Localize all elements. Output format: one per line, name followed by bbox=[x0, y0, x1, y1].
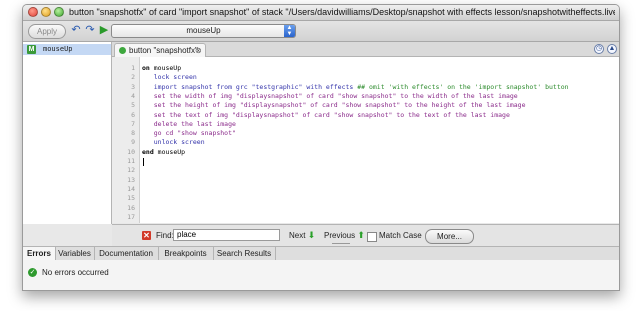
sidebar-item-mouseup[interactable]: M mouseUp bbox=[23, 44, 111, 55]
sidebar-item-label: mouseUp bbox=[43, 45, 73, 53]
tab-search-results[interactable]: Search Results bbox=[213, 247, 276, 260]
code-token: go cd "show snapshot" bbox=[142, 129, 236, 138]
minimize-window-button[interactable] bbox=[41, 7, 51, 17]
code-token: set the height of img "displaysnapshot" … bbox=[142, 101, 526, 110]
line-number: 7 bbox=[131, 119, 135, 128]
dropdown-arrows-icon: ▲ ▼ bbox=[284, 25, 295, 37]
handler-list: M mouseUp bbox=[23, 42, 112, 224]
close-window-button[interactable] bbox=[28, 7, 38, 17]
tab-documentation[interactable]: Documentation bbox=[94, 247, 159, 260]
line-number: 14 bbox=[127, 184, 135, 193]
arrow-up-icon: ⬆ bbox=[357, 230, 365, 240]
more-button[interactable]: More... bbox=[425, 229, 474, 244]
toolbar: Apply ↶ ↷ ▶ mouseUp ▲ ▼ bbox=[23, 21, 619, 42]
code-line: go cd "show snapshot" bbox=[142, 129, 612, 138]
line-number: 3 bbox=[131, 82, 135, 91]
arrow-down-icon: ⬇ bbox=[307, 230, 316, 240]
line-number: 9 bbox=[131, 138, 135, 147]
tab-variables[interactable]: Variables bbox=[55, 247, 95, 260]
code-line: lock screen bbox=[142, 73, 612, 82]
find-label: Find: bbox=[156, 231, 174, 240]
handler-icon: M bbox=[27, 45, 36, 54]
line-number-gutter: 1 2 3 4 5 6 7 8 9 10 11 12 13 14 15 16 17 bbox=[112, 57, 140, 223]
redo-icon[interactable]: ↷ bbox=[84, 24, 96, 37]
bottom-tab-strip: Errors Variables Documentation Breakpoin… bbox=[23, 246, 619, 261]
tab-errors[interactable]: Errors bbox=[23, 247, 56, 260]
line-number: 15 bbox=[127, 194, 135, 203]
code-line: set the width of img "displaysnapshot" o… bbox=[142, 92, 612, 101]
script-status-icon bbox=[119, 47, 126, 54]
checkmark-icon: ✓ bbox=[28, 268, 37, 277]
next-label: Next bbox=[289, 231, 306, 240]
find-bar: ✕ Find: Next ⬇ Previous ⬆ Match Case Mor… bbox=[112, 224, 619, 248]
title-bar[interactable]: button "snapshotfx" of card "import snap… bbox=[23, 5, 619, 21]
code-line: import snapshot from grc "testgraphic" w… bbox=[142, 83, 612, 92]
line-number: 4 bbox=[131, 91, 135, 100]
line-number: 1 bbox=[131, 64, 135, 72]
line-number: 11 bbox=[127, 157, 135, 165]
handler-dropdown[interactable]: mouseUp ▲ ▼ bbox=[111, 24, 296, 38]
collapse-icon[interactable]: ▲ bbox=[607, 44, 617, 54]
run-icon[interactable]: ▶ bbox=[98, 24, 110, 37]
line-number: 17 bbox=[127, 212, 135, 221]
clock-icon[interactable]: ◷ bbox=[594, 44, 604, 54]
next-button[interactable]: Next ⬇ bbox=[289, 230, 315, 241]
code-token: import snapshot from grc "testgraphic" w… bbox=[142, 82, 358, 91]
undo-icon[interactable]: ↶ bbox=[70, 24, 82, 37]
script-tab-strip: button "snapshotfx" ⊗ ◷ ▲ bbox=[112, 42, 619, 57]
find-input[interactable] bbox=[173, 229, 280, 241]
script-editor-window: button "snapshotfx" of card "import snap… bbox=[22, 4, 620, 291]
code-token: mouseUp bbox=[149, 64, 182, 72]
match-case-checkbox[interactable] bbox=[367, 232, 377, 242]
errors-pane: ✓ No errors occurred bbox=[23, 260, 619, 290]
code-editor[interactable]: 1 2 3 4 5 6 7 8 9 10 11 12 13 14 15 16 17 on mouseUp loc… bbox=[112, 57, 619, 223]
code-line: unlock screen bbox=[142, 138, 612, 147]
line-number: 16 bbox=[127, 203, 135, 212]
code-line: end mouseUp bbox=[142, 148, 612, 157]
tab-breakpoints[interactable]: Breakpoints bbox=[158, 247, 214, 260]
handler-dropdown-value: mouseUp bbox=[186, 26, 221, 35]
line-number: 6 bbox=[131, 110, 135, 119]
line-number: 10 bbox=[127, 147, 135, 156]
code-token: set the width of img "displaysnapshot" o… bbox=[142, 91, 518, 100]
code-token: end bbox=[142, 147, 154, 156]
code-token: ## omit 'with effects' on the 'import sn… bbox=[357, 82, 569, 91]
code-line: on mouseUp bbox=[142, 64, 612, 73]
code-line: set the text of img "displaysnapshot" of… bbox=[142, 111, 612, 120]
apply-button[interactable]: Apply bbox=[28, 24, 66, 39]
match-case-label: Match Case bbox=[379, 231, 422, 240]
close-find-icon[interactable]: ✕ bbox=[142, 231, 151, 240]
window-title: button "snapshotfx" of card "import snap… bbox=[69, 7, 615, 17]
code-token: on bbox=[142, 64, 150, 72]
tab-button-snapshotfx[interactable]: button "snapshotfx" ⊗ bbox=[114, 43, 206, 57]
previous-label: Previous bbox=[324, 231, 356, 240]
close-tab-icon[interactable]: ⊗ bbox=[195, 44, 202, 57]
line-number: 2 bbox=[131, 73, 135, 82]
code-token: unlock screen bbox=[142, 138, 205, 147]
code-line: set the height of img "displaysnapshot" … bbox=[142, 101, 612, 110]
code-token: set the text of img "displaysnapshot" of… bbox=[142, 110, 510, 119]
code-line: delete the last image bbox=[142, 120, 612, 129]
zoom-window-button[interactable] bbox=[54, 7, 64, 17]
status-message: No errors occurred bbox=[42, 268, 109, 277]
code-token: delete the last image bbox=[142, 119, 236, 128]
code-token: lock screen bbox=[142, 73, 197, 82]
text-cursor bbox=[143, 158, 144, 166]
previous-button[interactable]: Previous ⬆ bbox=[324, 230, 365, 241]
code-token: mouseUp bbox=[153, 147, 186, 156]
tab-label: button "snapshotfx" bbox=[129, 46, 198, 55]
line-number: 8 bbox=[131, 129, 135, 138]
line-number: 12 bbox=[127, 166, 135, 175]
line-number: 5 bbox=[131, 101, 135, 110]
line-number: 13 bbox=[127, 175, 135, 184]
